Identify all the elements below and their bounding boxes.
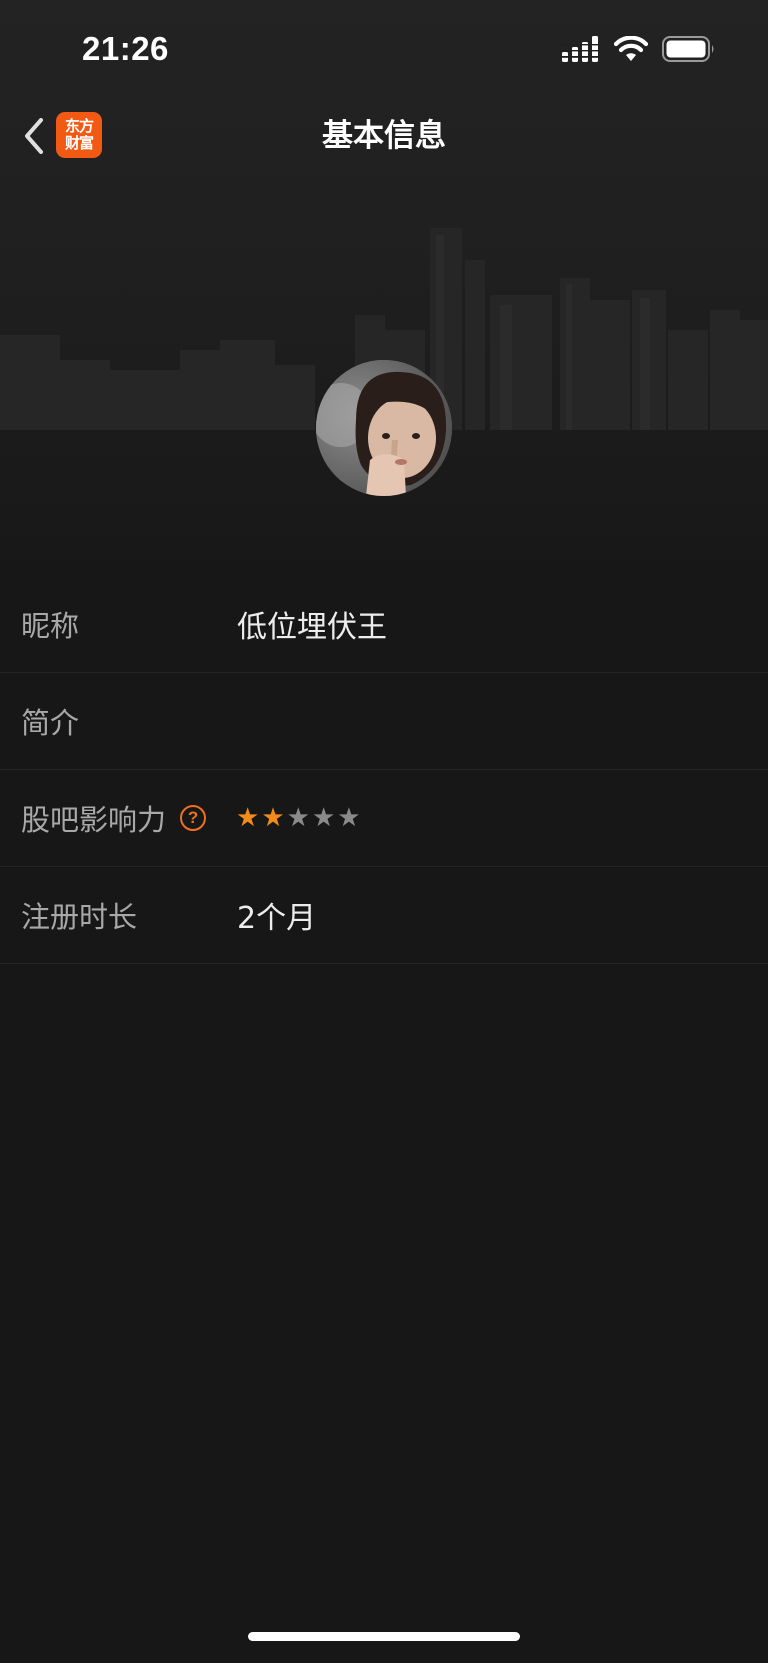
nickname-value: 低位埋伏王 — [237, 610, 387, 645]
register-duration-label: 注册时长 — [21, 900, 138, 934]
app-screen: 21:26 东方 财富 基本信息 昵称 低位埋伏王 简介 股吧影响力 ? ★ ★… — [0, 0, 768, 1663]
bio-label: 简介 — [21, 706, 80, 740]
nickname-row[interactable]: 昵称 低位埋伏王 — [0, 576, 768, 673]
star-empty-icon: ★ — [311, 803, 336, 833]
status-time: 21:26 — [82, 30, 169, 67]
status-bar: 21:26 — [0, 0, 768, 100]
influence-label-wrap: 股吧影响力 ? — [21, 797, 207, 839]
wifi-icon — [614, 36, 648, 61]
info-list: 昵称 低位埋伏王 简介 股吧影响力 ? ★ ★ ★ ★ ★ 注册时长 2个月 — [0, 576, 768, 964]
nav-bar: 东方 财富 基本信息 — [0, 100, 768, 172]
user-avatar[interactable] — [316, 360, 452, 496]
influence-row: 股吧影响力 ? ★ ★ ★ ★ ★ — [0, 770, 768, 867]
cellular-signal-icon — [562, 36, 600, 62]
question-icon[interactable]: ? — [180, 805, 207, 831]
register-duration-value: 2个月 — [237, 901, 317, 936]
star-empty-icon: ★ — [286, 803, 310, 833]
battery-icon — [662, 36, 714, 62]
star-filled-icon: ★ — [261, 803, 285, 833]
status-icons — [562, 36, 716, 62]
star-filled-icon: ★ — [236, 803, 260, 833]
register-duration-row: 注册时长 2个月 — [0, 867, 768, 964]
home-indicator[interactable] — [248, 1632, 520, 1641]
star-empty-icon: ★ — [337, 803, 361, 833]
nickname-label: 昵称 — [21, 609, 80, 643]
bio-row[interactable]: 简介 — [0, 673, 768, 770]
page-title: 基本信息 — [322, 118, 446, 154]
influence-label: 股吧影响力 — [21, 803, 167, 837]
avatar-photo — [316, 360, 452, 496]
influence-rating: ★ ★ ★ ★ ★ — [236, 805, 361, 831]
